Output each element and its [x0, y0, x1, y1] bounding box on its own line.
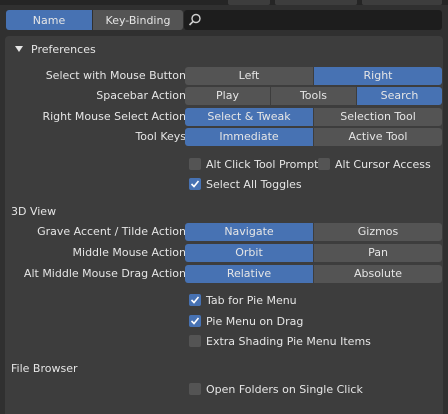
- section-3d-view-title: 3D View: [11, 205, 57, 218]
- row-label: Middle Mouse Action: [72, 246, 186, 259]
- option-pan[interactable]: Pan: [314, 244, 442, 262]
- search-input[interactable]: [184, 10, 442, 30]
- alt-cursor-access-checkbox[interactable]: Alt Cursor Access: [318, 156, 431, 172]
- checkbox-box[interactable]: [189, 335, 201, 347]
- option-immediate[interactable]: Immediate: [185, 128, 314, 146]
- checkbox-box[interactable]: [189, 315, 201, 327]
- row-label: Alt Middle Mouse Drag Action: [23, 267, 186, 280]
- spacebar-action-toggle: Play Tools Search: [185, 87, 442, 105]
- option-play[interactable]: Play: [185, 87, 271, 105]
- checkbox-label: Pie Menu on Drag: [206, 314, 304, 328]
- preferences-title: Preferences: [31, 42, 96, 56]
- option-left[interactable]: Left: [185, 67, 314, 85]
- expand-triangle-icon: [15, 46, 23, 52]
- checkmark-icon: [190, 180, 200, 188]
- checkbox-label: Select All Toggles: [206, 177, 302, 191]
- row-label: Spacebar Action: [96, 89, 186, 102]
- option-active-tool[interactable]: Active Tool: [314, 128, 442, 146]
- checkbox-box[interactable]: [318, 158, 330, 170]
- option-search[interactable]: Search: [357, 87, 442, 105]
- tab-for-pie-menu-checkbox[interactable]: Tab for Pie Menu: [189, 292, 297, 308]
- tool-keys-toggle: Immediate Active Tool: [185, 128, 442, 146]
- alt-click-tool-prompt-checkbox[interactable]: Alt Click Tool Prompt: [189, 156, 318, 172]
- option-absolute[interactable]: Absolute: [314, 265, 442, 283]
- checkbox-box[interactable]: [189, 294, 201, 306]
- checkbox-box[interactable]: [189, 158, 201, 170]
- row-label: Grave Accent / Tilde Action: [37, 225, 186, 238]
- row-label: Select with Mouse Button: [45, 69, 186, 82]
- option-selection-tool[interactable]: Selection Tool: [314, 108, 442, 126]
- option-orbit[interactable]: Orbit: [185, 244, 314, 262]
- pie-menu-on-drag-checkbox[interactable]: Pie Menu on Drag: [189, 313, 303, 329]
- grave-accent-action-toggle: Navigate Gizmos: [185, 223, 442, 241]
- checkbox-label: Extra Shading Pie Menu Items: [206, 334, 371, 348]
- tab-name[interactable]: Name: [6, 10, 92, 30]
- checkmark-icon: [190, 317, 200, 325]
- option-relative[interactable]: Relative: [185, 265, 314, 283]
- option-select-tweak[interactable]: Select & Tweak: [185, 108, 314, 126]
- extra-shading-pie-checkbox[interactable]: Extra Shading Pie Menu Items: [189, 333, 371, 349]
- select-all-toggles-checkbox[interactable]: Select All Toggles: [189, 176, 302, 192]
- filter-bar: Name Key-Binding: [0, 5, 448, 34]
- option-right[interactable]: Right: [314, 67, 442, 85]
- search-icon: [188, 13, 201, 26]
- checkbox-label: Tab for Pie Menu: [206, 293, 297, 307]
- option-navigate[interactable]: Navigate: [185, 223, 314, 241]
- checkbox-box[interactable]: [189, 178, 201, 190]
- right-mouse-select-toggle: Select & Tweak Selection Tool: [185, 108, 442, 126]
- option-gizmos[interactable]: Gizmos: [314, 223, 442, 241]
- select-mouse-button-toggle: Left Right: [185, 67, 442, 85]
- section-file-browser-title: File Browser: [11, 362, 78, 375]
- alt-middle-mouse-drag-toggle: Relative Absolute: [185, 265, 442, 283]
- row-label: Right Mouse Select Action: [42, 110, 186, 123]
- checkbox-label: Open Folders on Single Click: [206, 382, 363, 396]
- checkbox-label: Alt Cursor Access: [335, 157, 431, 171]
- checkbox-label: Alt Click Tool Prompt: [206, 157, 319, 171]
- tab-key-binding[interactable]: Key-Binding: [93, 10, 183, 30]
- checkmark-icon: [190, 296, 200, 304]
- middle-mouse-action-toggle: Orbit Pan: [185, 244, 442, 262]
- option-tools[interactable]: Tools: [271, 87, 357, 105]
- row-label: Tool Keys: [135, 130, 186, 143]
- checkbox-box[interactable]: [189, 383, 201, 395]
- preferences-header[interactable]: Preferences: [15, 41, 96, 57]
- open-folders-single-click-checkbox[interactable]: Open Folders on Single Click: [189, 381, 363, 397]
